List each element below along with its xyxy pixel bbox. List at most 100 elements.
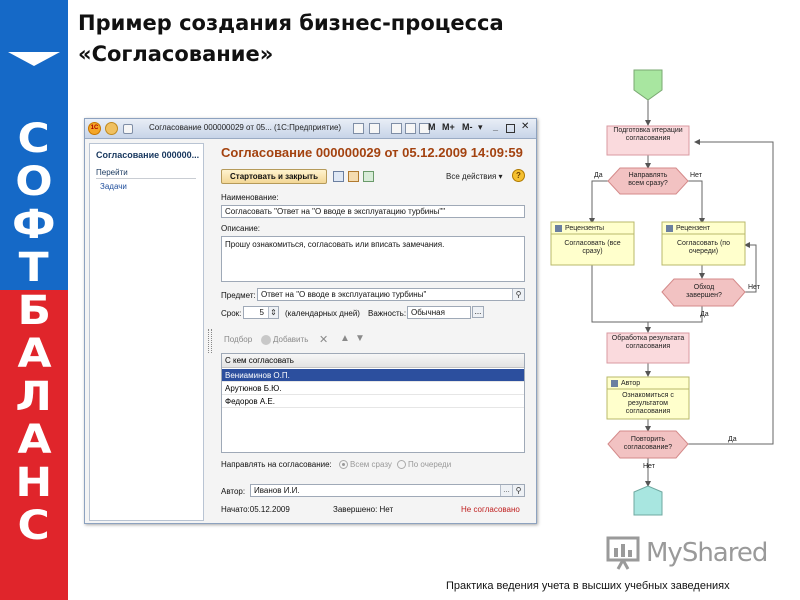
memory-plus-button[interactable]: M+ — [442, 122, 455, 132]
chevron-down-icon: ▾ — [498, 172, 503, 181]
brand-letter: Н — [15, 460, 53, 506]
flow-yes-label: Да — [594, 172, 603, 179]
author-input[interactable]: Иванов И.И. … ⚲ — [250, 484, 525, 497]
flow-approve-all-label: Согласовать (все сразу) — [564, 240, 621, 255]
description-textarea[interactable]: Прошу ознакомиться, согласовать или впис… — [221, 236, 525, 282]
started-label: Начато: — [221, 505, 250, 514]
slide-footer: Практика ведения учета в высших учебных … — [446, 580, 730, 592]
slide-title: Пример создания бизнес-процесса «Согласо… — [78, 8, 538, 70]
flow-yes-label: Да — [700, 311, 709, 318]
nav-panel-title[interactable]: Согласование 000000... — [96, 150, 199, 160]
nav-divider — [96, 178, 196, 179]
memory-minus-button[interactable]: M- — [462, 122, 473, 132]
search-icon[interactable]: ⚲ — [512, 289, 524, 300]
dropdown-arrow-icon[interactable]: ▾ — [478, 122, 483, 133]
toolbar-refresh-icon[interactable] — [369, 123, 380, 134]
window-titlebar[interactable]: 1С Согласование 000000029 от 05... (1С:П… — [85, 119, 536, 139]
pick-button[interactable]: Подбор — [224, 335, 252, 344]
start-node — [633, 69, 663, 101]
brand-logo-text: С О Ф Т Б А Л А Н С — [0, 118, 68, 548]
finished-value: Нет — [379, 505, 394, 514]
author-value: Иванов И.И. — [254, 486, 300, 495]
toolbar-tool-icon[interactable] — [353, 123, 364, 134]
importance-select-button[interactable]: ... — [472, 306, 484, 318]
watermark-text: MyShared — [646, 538, 768, 568]
toolbar-table-icon[interactable] — [405, 123, 416, 134]
app-window: 1С Согласование 000000029 от 05... (1С:П… — [84, 118, 537, 524]
slide-title-line2: «Согласование» — [78, 42, 274, 66]
brand-letter: О — [15, 159, 53, 205]
radio-all-at-once-label: Всем сразу — [350, 460, 392, 469]
term-value: 5 — [259, 308, 264, 317]
brand-letter: Ф — [12, 202, 56, 248]
brand-letter: С — [17, 116, 51, 162]
name-input[interactable]: Согласовать "Ответ на "О вводе в эксплуа… — [221, 205, 525, 218]
process-flowchart: Подготовка итерации согласования Направл… — [540, 60, 795, 530]
radio-all-at-once[interactable] — [339, 460, 348, 469]
search-icon[interactable]: ⚲ — [512, 485, 524, 496]
direction-label: Направлять на согласование: — [221, 460, 332, 469]
author-label: Автор: — [221, 487, 246, 496]
approvers-table-header[interactable]: С кем согласовать — [222, 354, 524, 368]
window-title: Согласование 000000029 от 05... (1С:Пред… — [149, 123, 342, 132]
flow-author-label: Автор — [621, 380, 641, 387]
move-up-icon[interactable]: ▲ — [340, 333, 350, 344]
table-row[interactable]: Арутюнов Б.Ю. — [222, 382, 524, 395]
refresh-icon[interactable] — [363, 171, 374, 182]
add-icon — [261, 335, 271, 345]
nav-goto-label: Перейти — [96, 168, 128, 177]
move-down-icon[interactable]: ▼ — [355, 333, 365, 344]
importance-label: Важность: — [368, 309, 407, 318]
start-and-close-button[interactable]: Стартовать и закрыть — [221, 169, 327, 184]
panel-splitter[interactable] — [208, 329, 212, 353]
menu-circle-icon[interactable] — [105, 122, 118, 135]
flow-process-result-label: Обработка результата согласования — [611, 335, 685, 350]
maximize-icon[interactable] — [506, 124, 515, 133]
brand-letter: Б — [17, 288, 51, 334]
all-actions-menu[interactable]: Все действия ▾ — [446, 172, 503, 181]
back-icon[interactable] — [123, 124, 133, 134]
approvers-table: С кем согласовать Вениаминов О.П. Арутюн… — [221, 353, 525, 453]
all-actions-label: Все действия — [446, 172, 497, 181]
finished-label: Завершено: — [333, 505, 378, 514]
toolbar-doc-icon[interactable] — [391, 123, 402, 134]
subject-input[interactable]: Ответ на "О вводе в эксплуатацию турбины… — [257, 288, 525, 301]
close-icon[interactable]: ✕ — [521, 121, 529, 132]
flow-prepare-label: Подготовка итерации согласования — [613, 127, 683, 142]
importance-input[interactable]: Обычная — [407, 306, 471, 319]
flow-no-label: Нет — [748, 284, 760, 291]
help-icon[interactable]: ? — [512, 169, 525, 182]
finished-info: Завершено: Нет — [333, 505, 393, 514]
table-row[interactable]: Федоров А.Е. — [222, 395, 524, 408]
app-logo-icon[interactable]: 1С — [88, 122, 101, 135]
memory-m-button[interactable]: M — [428, 122, 436, 132]
started-value: 05.12.2009 — [249, 505, 290, 514]
term-stepper[interactable]: 5 ⇕ — [243, 306, 279, 319]
name-label: Наименование: — [221, 193, 279, 202]
flow-icon[interactable] — [348, 171, 359, 182]
end-node — [633, 485, 663, 516]
minimize-icon[interactable]: _ — [493, 122, 498, 132]
started-info: Начато:05.12.2009 — [221, 505, 290, 514]
nav-link-tasks[interactable]: Задачи — [100, 182, 127, 191]
stepper-arrows-icon[interactable]: ⇕ — [268, 307, 278, 318]
dots-icon[interactable]: … — [500, 485, 512, 496]
delete-icon[interactable]: ✕ — [319, 333, 328, 346]
flow-reviewer-label: Рецензент — [676, 225, 711, 232]
save-icon[interactable] — [333, 171, 344, 182]
term-unit-label: (календарных дней) — [285, 309, 360, 318]
description-label: Описание: — [221, 224, 261, 233]
brand-letter: А — [16, 417, 52, 463]
radio-in-turn[interactable] — [397, 460, 406, 469]
flow-send-all-label: Направлять всем сразу? — [628, 172, 668, 187]
flow-round-done-label: Обход завершен? — [686, 284, 722, 299]
user-icon — [555, 225, 562, 232]
subject-value: Ответ на "О вводе в эксплуатацию турбины… — [261, 290, 427, 299]
add-button[interactable]: Добавить — [273, 335, 308, 344]
brand-strip: С О Ф Т Б А Л А Н С — [0, 0, 68, 600]
flow-approve-queue-label: Согласовать (по очереди) — [677, 240, 730, 255]
radio-in-turn-label: По очереди — [408, 460, 452, 469]
table-row[interactable]: Вениаминов О.П. — [222, 369, 524, 382]
flow-reviewers-label: Рецензенты — [565, 225, 605, 232]
flow-no-label: Нет — [690, 172, 702, 179]
